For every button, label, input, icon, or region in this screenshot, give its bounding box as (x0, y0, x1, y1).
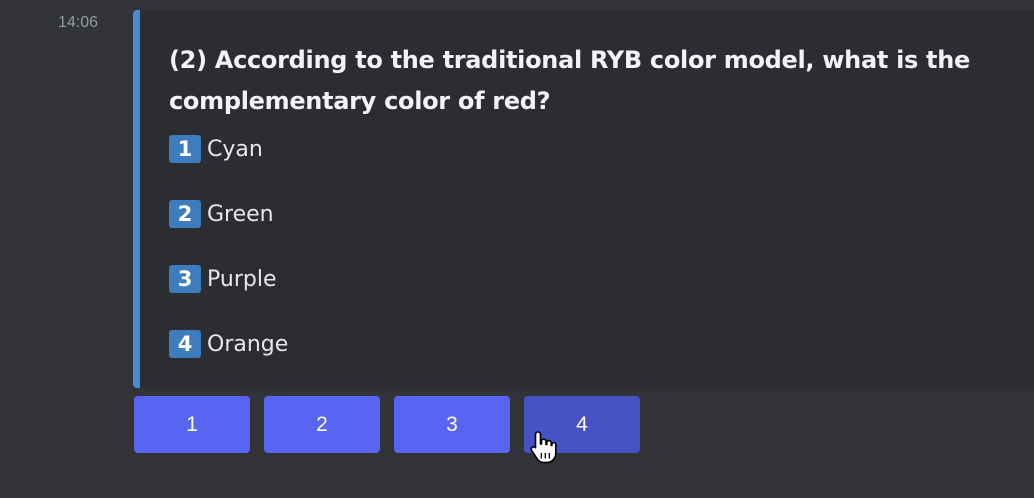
option-1: 1 Cyan (169, 135, 263, 163)
option-4: 4 Orange (169, 330, 288, 358)
option-label: Purple (207, 266, 277, 292)
chat-view: 14:06 (2) According to the traditional R… (0, 0, 1034, 498)
hand-pointer-icon (530, 431, 557, 464)
quiz-embed: (2) According to the traditional RYB col… (133, 10, 1034, 388)
answer-button-3[interactable]: 3 (394, 396, 510, 453)
answer-button-2[interactable]: 2 (264, 396, 380, 453)
option-label: Green (207, 201, 274, 227)
option-3: 3 Purple (169, 265, 276, 293)
question-text: (2) According to the traditional RYB col… (169, 46, 970, 115)
message-timestamp: 14:06 (58, 14, 99, 31)
keycap-4-icon: 4 (169, 330, 201, 358)
option-label: Cyan (207, 136, 263, 162)
keycap-3-icon: 3 (169, 265, 201, 293)
keycap-2-icon: 2 (169, 200, 201, 228)
option-2: 2 Green (169, 200, 274, 228)
keycap-1-icon: 1 (169, 135, 201, 163)
option-label: Orange (207, 331, 289, 357)
answer-button-1[interactable]: 1 (134, 396, 250, 453)
